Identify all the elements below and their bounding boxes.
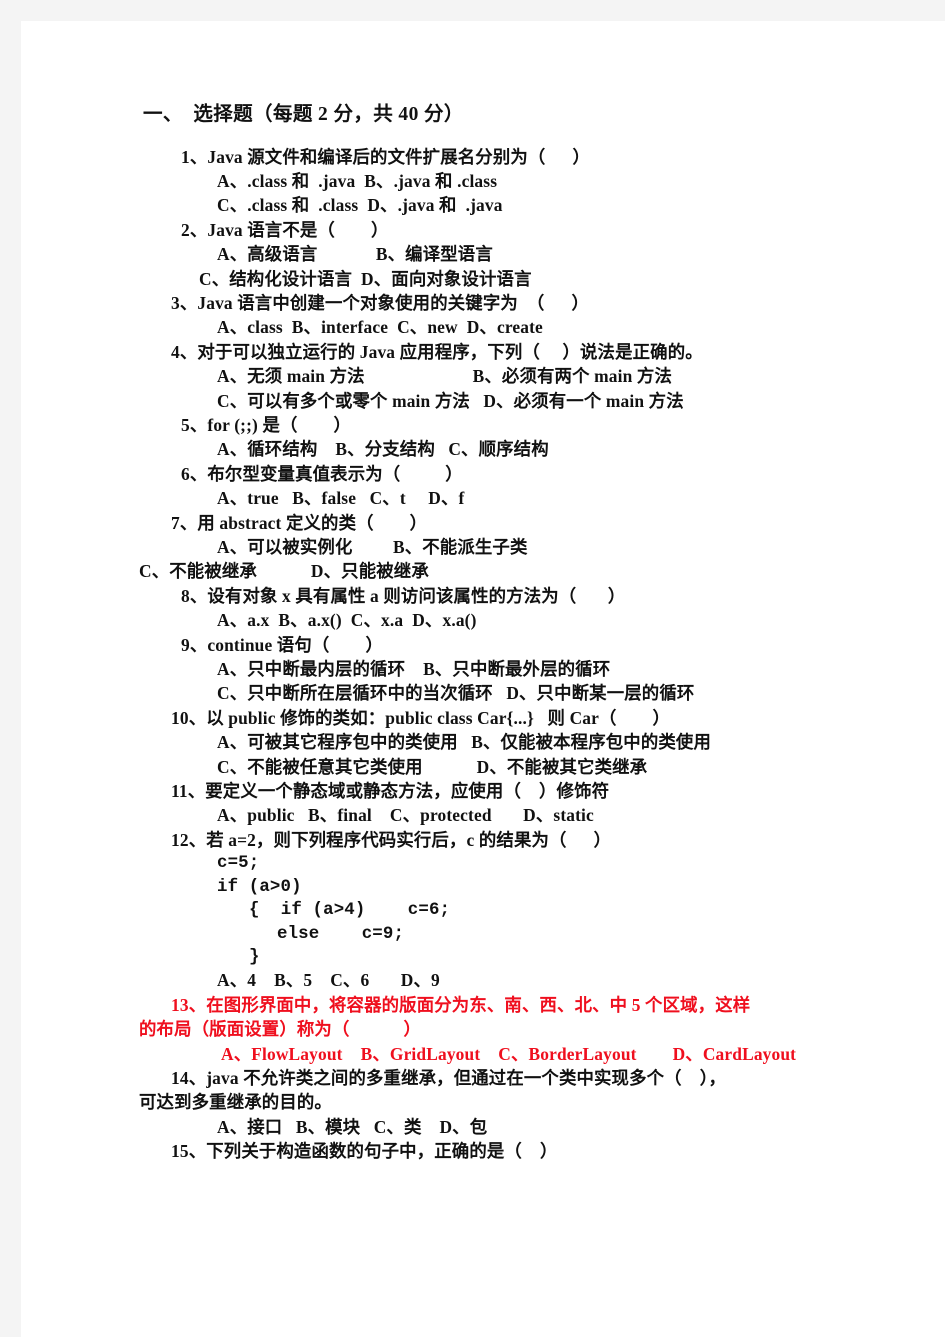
question-option-1a: A、.class 和 .java B、.java 和 .class	[217, 170, 498, 191]
question-stem-11: 11、要定义一个静态域或静态方法，应使用（ ）修饰符	[171, 781, 610, 802]
question-12-code-line-4: else c=9;	[277, 924, 405, 944]
question-stem-4: 4、对于可以独立运行的 Java 应用程序，下列（ ）说法是正确的。	[171, 341, 703, 362]
question-option-10b: C、不能被任意其它类使用 D、不能被其它类继承	[217, 756, 648, 777]
question-12-code-line-5: }	[249, 947, 260, 967]
question-option-14a: A、接口 B、模块 C、类 D、包	[217, 1116, 488, 1137]
question-stem-13-line-1: 13、在图形界面中，将容器的版面分为东、南、西、北、中 5 个区域，这样	[171, 994, 751, 1015]
question-option-13a: A、FlowLayout B、GridLayout C、BorderLayout…	[221, 1043, 797, 1064]
question-stem-15: 15、下列关于构造函数的句子中，正确的是（ ）	[171, 1141, 558, 1162]
question-stem-2: 2、Java 语言不是（ ）	[181, 219, 389, 240]
question-option-9b: C、只中断所在层循环中的当次循环 D、只中断某一层的循环	[217, 683, 695, 704]
question-option-8a: A、a.x B、a.x() C、x.a D、x.a()	[217, 610, 477, 631]
question-option-11a: A、public B、final C、protected D、static	[217, 805, 594, 826]
question-12-code-line-3: { if (a>4) c=6;	[249, 901, 451, 921]
question-stem-13-line-2: 的布局（版面设置）称为（ ）	[139, 1019, 422, 1040]
question-option-1b: C、.class 和 .class D、.java 和 .java	[217, 195, 503, 216]
question-12-code-line-2: if (a>0)	[217, 877, 302, 897]
question-stem-7: 7、用 abstract 定义的类（ ）	[171, 512, 428, 533]
question-stem-14-line-2: 可达到多重继承的目的。	[139, 1092, 332, 1113]
question-stem-8: 8、设有对象 x 具有属性 a 则访问该属性的方法为（ ）	[181, 585, 626, 606]
question-option-3a: A、class B、interface C、new D、create	[217, 317, 543, 338]
question-stem-3: 3、Java 语言中创建一个对象使用的关键字为 （ ）	[171, 292, 589, 313]
question-12-code-line-1: c=5;	[217, 854, 260, 874]
question-stem-9: 9、continue 语句（ ）	[181, 634, 383, 655]
question-option-5a: A、循环结构 B、分支结构 C、顺序结构	[217, 439, 549, 460]
question-option-4b: C、可以有多个或零个 main 方法 D、必须有一个 main 方法	[217, 390, 684, 411]
question-stem-5: 5、for (;;) 是（ ）	[181, 414, 352, 435]
document-page: 一、 选择题（每题 2 分，共 40 分） 1、Java 源文件和编译后的文件扩…	[21, 21, 945, 1337]
section-heading: 一、 选择题（每题 2 分，共 40 分）	[143, 104, 464, 125]
question-option-4a: A、无须 main 方法 B、必须有两个 main 方法	[217, 366, 672, 387]
question-stem-14-line-1: 14、java 不允许类之间的多重继承，但通过在一个类中实现多个（ ），	[171, 1067, 727, 1088]
question-option-12a: A、4 B、5 C、6 D、9	[217, 970, 440, 991]
question-option-2b: C、结构化设计语言 D、面向对象设计语言	[199, 268, 532, 289]
question-option-10a: A、可被其它程序包中的类使用 B、仅能被本程序包中的类使用	[217, 732, 712, 753]
question-stem-10: 10、以 public 修饰的类如：public class Car{...} …	[171, 707, 671, 728]
question-option-9a: A、只中断最内层的循环 B、只中断最外层的循环	[217, 659, 611, 680]
question-stem-1: 1、Java 源文件和编译后的文件扩展名分别为（ ）	[181, 146, 590, 167]
exam-paper-content: 一、 选择题（每题 2 分，共 40 分） 1、Java 源文件和编译后的文件扩…	[21, 21, 945, 1161]
question-option-2a: A、高级语言 B、编译型语言	[217, 244, 493, 265]
question-stem-12: 12、若 a=2，则下列程序代码实行后，c 的结果为（ ）	[171, 829, 612, 850]
question-option-7b: C、不能被继承 D、只能被继承	[139, 561, 429, 582]
question-option-6a: A、true B、false C、t D、f	[217, 488, 465, 509]
question-stem-6: 6、布尔型变量真值表示为（ ）	[181, 463, 463, 484]
question-option-7a: A、可以被实例化 B、不能派生子类	[217, 537, 528, 557]
